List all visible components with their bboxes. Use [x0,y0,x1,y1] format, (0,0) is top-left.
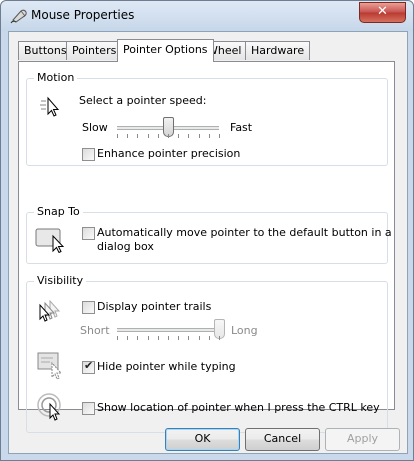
hide-pointer-check: ✔ [84,359,94,372]
slider-tick [199,336,200,340]
slider-tick [178,336,179,340]
slider-tick [209,336,210,340]
hide-pointer-checkbox[interactable]: ✔ [82,359,95,374]
slider-tick [188,134,189,138]
slider-tick [148,336,149,340]
visibility-legend: Visibility [34,274,87,287]
pointer-speed-icon [40,96,60,117]
pointer-location-icon [37,393,61,421]
pointer-location-checkbox[interactable] [82,402,95,415]
long-label: Long [231,324,258,337]
snap-to-label-line1: Automatically move pointer to the defaul… [97,226,392,239]
cancel-button[interactable]: Cancel [245,428,320,451]
pointer-trails-label: Display pointer trails [97,300,212,313]
window-title: Mouse Properties [31,8,135,22]
hide-pointer-label: Hide pointer while typing [97,360,236,373]
tab-hardware[interactable]: Hardware [245,41,311,60]
slider-tick [168,134,169,138]
pointer-location-label: Show location of pointer when I press th… [97,401,380,414]
dialog-client-area: Buttons Pointers Pointer Options Wheel H… [8,31,408,454]
fast-label: Fast [230,121,253,134]
pointer-options-panel: Motion Select a pointer speed: Slow Fast [18,61,395,433]
slider-tick [219,134,220,138]
slider-tick [127,336,128,340]
pointer-trails-slider[interactable] [117,319,225,339]
hide-pointer-icon [37,352,63,380]
close-button[interactable]: ✕ [359,2,406,23]
visibility-group: Visibility Display pointer trails Short … [26,274,388,433]
snap-to-label-line2: dialog box [97,240,154,253]
mouse-icon [10,9,27,24]
close-icon: ✕ [377,4,388,19]
title-bar[interactable]: Mouse Properties ✕ [1,1,413,31]
slider-tick [137,134,138,138]
slider-tick [219,336,220,340]
snap-to-checkbox[interactable] [82,227,95,240]
apply-button[interactable]: Apply [325,428,400,451]
pointer-trails-icon [39,300,61,322]
pointer-trails-checkbox[interactable] [82,301,95,314]
slider-tick [117,134,118,138]
slider-tick [209,134,210,138]
slider-tick [137,336,138,340]
enhance-precision-checkbox[interactable] [82,148,95,161]
pointer-speed-label: Select a pointer speed: [79,94,207,107]
slider-tick [199,134,200,138]
slider-tick [148,134,149,138]
mouse-properties-window: Mouse Properties ✕ Buttons Pointers Poin… [0,0,414,461]
slider-tick [168,336,169,340]
pointer-speed-slider[interactable] [117,117,219,137]
tab-buttons[interactable]: Buttons [18,41,73,60]
tab-pointers[interactable]: Pointers [66,41,123,60]
slow-label: Slow [82,121,108,134]
slider-tick [158,336,159,340]
short-label: Short [80,324,110,337]
ok-button[interactable]: OK [165,428,240,451]
slider-tick [178,134,179,138]
tab-pointer-options[interactable]: Pointer Options [117,39,214,62]
enhance-precision-label: Enhance pointer precision [97,147,241,160]
snap-to-button-icon [35,228,65,253]
motion-group: Motion Select a pointer speed: Slow Fast [26,71,388,166]
slider-tick [127,134,128,138]
slider-tick [158,134,159,138]
motion-legend: Motion [34,71,78,84]
slider-tick [188,336,189,340]
snap-to-legend: Snap To [34,205,83,218]
slider-tick [117,336,118,340]
snap-to-group: Snap To Automatically move pointer to th… [26,205,392,264]
